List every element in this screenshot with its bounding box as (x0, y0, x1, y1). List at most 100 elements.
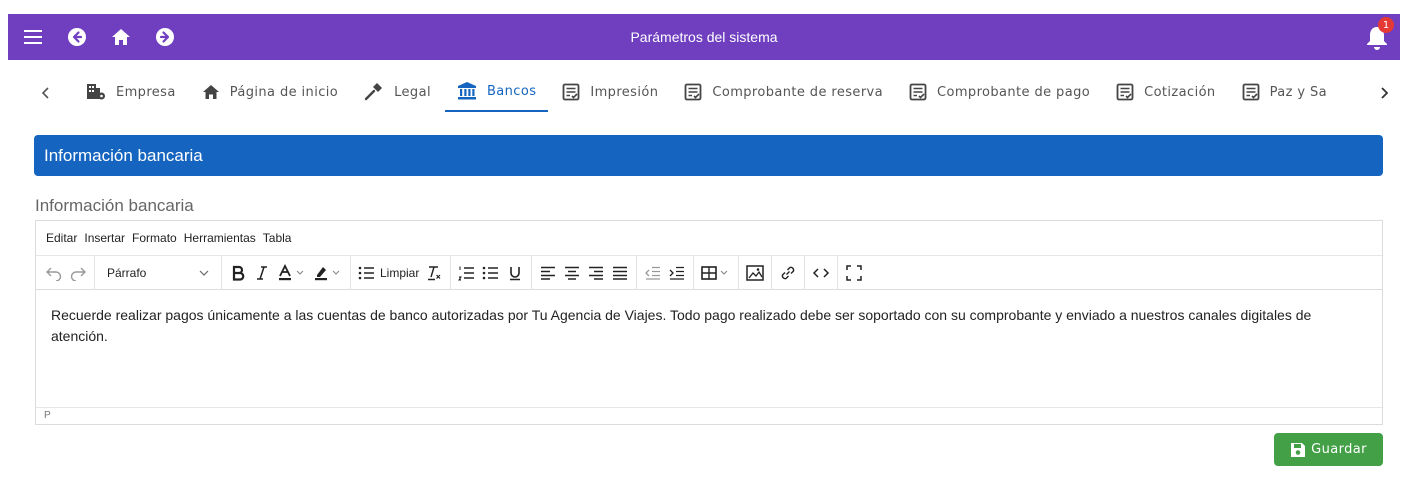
bullet-list-button[interactable] (479, 260, 503, 286)
app-header: Parámetros del sistema 1 (8, 14, 1400, 60)
clear-label: Limpiar (380, 265, 420, 280)
underline-button[interactable] (503, 260, 527, 286)
editor-menubar: Editar Insertar Formato Herramientas Tab… (36, 221, 1382, 256)
image-button[interactable] (743, 260, 767, 286)
block-format-value: Párrafo (107, 265, 147, 280)
document-check-icon (1242, 83, 1259, 101)
tab-empresa[interactable]: Empresa (74, 72, 188, 112)
settings-tabs: Empresa Página de inicio Legal Bancos Im… (34, 72, 1396, 114)
menu-icon[interactable] (18, 22, 48, 52)
editor-statusbar: P (36, 407, 1382, 424)
remove-format-icon (428, 265, 441, 280)
page-title: Parámetros del sistema (630, 29, 778, 45)
italic-icon (257, 265, 267, 280)
forward-icon[interactable] (150, 22, 180, 52)
align-left-icon (541, 266, 556, 280)
source-code-button[interactable] (809, 260, 833, 286)
toolbar-separator (94, 255, 95, 290)
redo-button[interactable] (66, 260, 90, 286)
tab-label: Bancos (486, 83, 537, 99)
menu-insertar[interactable]: Insertar (84, 231, 125, 245)
image-icon (746, 264, 765, 281)
document-check-icon (1116, 83, 1134, 101)
tab-label: Impresión (590, 84, 659, 100)
remove-format-button[interactable] (422, 260, 446, 286)
align-right-button[interactable] (584, 260, 608, 286)
tab-comprobante-de-pago[interactable]: Comprobante de pago (897, 72, 1102, 112)
undo-icon (46, 267, 62, 281)
tab-cotizacion[interactable]: Cotización (1104, 72, 1227, 112)
building-settings-icon (87, 84, 105, 100)
numbered-list-button[interactable] (455, 260, 479, 286)
toolbar-separator (531, 255, 533, 290)
tab-label: Legal (394, 84, 431, 100)
tab-label: Paz y Sa (1269, 84, 1327, 100)
bold-button[interactable] (226, 260, 250, 286)
indent-icon (669, 266, 685, 280)
tab-legal[interactable]: Legal (352, 72, 443, 112)
notifications-button[interactable]: 1 (1364, 17, 1394, 51)
toolbar-separator (804, 255, 806, 290)
tab-bancos[interactable]: Bancos (444, 72, 549, 112)
tabs-scroll-left[interactable] (34, 75, 58, 111)
align-right-icon (589, 266, 604, 280)
rich-text-editor: Editar Insertar Formato Herramientas Tab… (35, 220, 1383, 425)
indent-button[interactable] (665, 260, 689, 286)
bullet-list-icon (483, 266, 499, 279)
align-left-button[interactable] (536, 260, 560, 286)
tab-impresion[interactable]: Impresión (550, 72, 670, 112)
align-center-icon (565, 266, 580, 280)
tabs-scroll-right[interactable] (1372, 75, 1396, 111)
chevron-right-icon (1381, 87, 1389, 99)
outdent-button[interactable] (641, 260, 665, 286)
editor-content[interactable]: Recuerde realizar pagos únicamente a las… (36, 290, 1382, 407)
outdent-icon (645, 266, 661, 280)
toolbar-separator (350, 255, 351, 290)
toolbar-separator (771, 255, 773, 290)
menu-editar[interactable]: Editar (46, 231, 77, 245)
fullscreen-icon (846, 264, 863, 281)
toolbar-separator (221, 255, 222, 290)
field-label: Información bancaria (35, 196, 194, 215)
align-justify-icon (613, 266, 628, 280)
document-check-icon (562, 83, 580, 101)
back-icon[interactable] (62, 22, 92, 52)
toolbar-separator (837, 255, 839, 290)
redo-icon (70, 267, 86, 281)
tab-paz-y-salvo[interactable]: Paz y Sa (1230, 72, 1339, 112)
list-icon (358, 266, 374, 279)
text-color-button[interactable] (274, 260, 310, 286)
table-button[interactable] (698, 260, 734, 286)
tab-label: Cotización (1144, 84, 1216, 100)
header-nav (18, 22, 194, 52)
align-justify-button[interactable] (608, 260, 632, 286)
align-center-button[interactable] (560, 260, 584, 286)
save-button[interactable]: Guardar (1274, 433, 1383, 466)
italic-button[interactable] (250, 260, 274, 286)
editor-toolbar: Párrafo Limpiar (36, 255, 1382, 290)
home-icon[interactable] (106, 22, 136, 52)
chevron-left-icon (41, 87, 49, 99)
block-format-select[interactable]: Párrafo (99, 260, 217, 286)
chevron-down-icon (199, 270, 209, 276)
code-icon (813, 267, 830, 278)
document-check-icon (909, 83, 927, 101)
tab-comprobante-de-reserva[interactable]: Comprobante de reserva (672, 72, 895, 112)
section-header: Información bancaria (34, 135, 1383, 176)
toolbar-separator (693, 255, 695, 290)
fullscreen-button[interactable] (842, 260, 866, 286)
toolbar-separator (636, 255, 638, 290)
menu-tabla[interactable]: Tabla (263, 231, 292, 245)
link-icon (782, 266, 795, 279)
underline-icon (510, 266, 521, 280)
bold-icon (232, 265, 245, 281)
menu-herramientas[interactable]: Herramientas (184, 231, 256, 245)
clear-format-list-button[interactable]: Limpiar (355, 260, 422, 286)
tab-pagina-de-inicio[interactable]: Página de inicio (190, 72, 350, 112)
undo-button[interactable] (42, 260, 66, 286)
link-button[interactable] (776, 260, 800, 286)
menu-formato[interactable]: Formato (132, 231, 177, 245)
table-icon (701, 265, 728, 280)
toolbar-separator (450, 255, 452, 290)
highlight-color-button[interactable] (310, 260, 346, 286)
